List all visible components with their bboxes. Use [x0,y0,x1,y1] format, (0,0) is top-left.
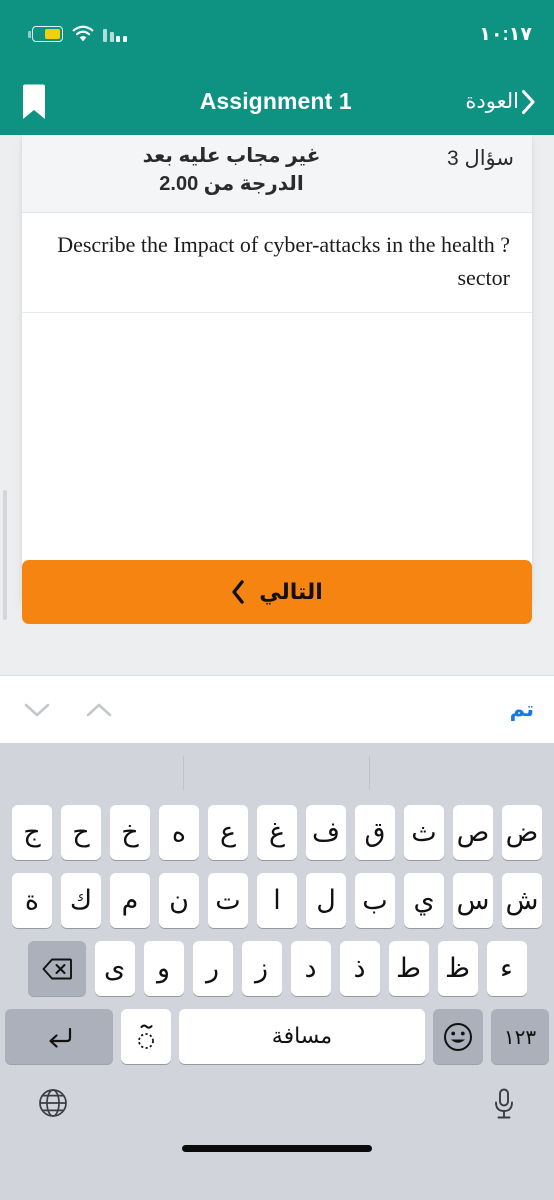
chevron-up-icon [86,703,112,716]
navigation-bar: العودة Assignment 1 [0,68,554,135]
arabic-keyboard: ضصثقفغعهخحج شسيبلاتنمكة ءظطذدزروى ١٢٣ مس… [0,743,554,1200]
key-ي[interactable]: ي [404,873,444,928]
keyboard-row-3: ءظطذدزروى [0,941,554,996]
keyboard-bottom-bar [0,1074,554,1164]
signal-bars-icon [103,27,127,42]
microphone-icon[interactable] [492,1088,516,1120]
key-ص[interactable]: ص [453,805,493,860]
question-card: سؤال 3 غير مجاب عليه بعد الدرجة من 2.00 … [22,135,532,604]
globe-icon[interactable] [38,1088,68,1118]
key-ك[interactable]: ك [61,873,101,928]
key-ظ[interactable]: ظ [437,941,478,996]
key-ش[interactable]: ش [502,873,542,928]
predictive-divider [369,756,370,790]
next-button-container: التالي [0,560,554,624]
question-body: Describe the Impact of cyber-attacks in … [22,213,532,314]
backspace-icon [42,958,72,979]
bookmark-icon [23,84,45,119]
key-و[interactable]: و [143,941,184,996]
chevron-down-icon [24,703,50,716]
previous-field-button[interactable] [20,693,54,727]
key-ف[interactable]: ف [306,805,346,860]
diacritic-key[interactable] [121,1009,171,1064]
question-meta: غير مجاب عليه بعد الدرجة من 2.00 [40,141,447,198]
backspace-key[interactable] [27,941,86,996]
keyboard-row-4: ١٢٣ مسافة [0,1009,554,1064]
page-title: Assignment 1 [199,88,352,114]
key-ض[interactable]: ض [502,805,542,860]
wifi-icon [72,25,94,41]
phone-screen: ١٠:١٧ العودة Assignment 1 سؤال 3 غير مجا… [0,0,554,1200]
key-ا[interactable]: ا [257,873,297,928]
keyboard-row-2: شسيبلاتنمكة [0,873,554,928]
bookmark-button[interactable] [0,77,70,127]
question-text: Describe the Impact of cyber-attacks in … [57,232,510,290]
return-key-icon [49,1027,72,1048]
key-ز[interactable]: ز [241,941,282,996]
key-ج[interactable]: ج [12,805,52,860]
key-ة[interactable]: ة [12,873,52,928]
diacritic-key-icon [138,1023,154,1049]
key-ه[interactable]: ه [159,805,199,860]
key-ث[interactable]: ث [404,805,444,860]
status-bar-time: ١٠:١٧ [479,23,532,45]
question-status: غير مجاب عليه بعد [142,145,321,167]
next-button[interactable]: التالي [22,560,532,624]
keyboard-row-1: ضصثقفغعهخحج [0,805,554,860]
key-ر[interactable]: ر [192,941,233,996]
key-غ[interactable]: غ [257,805,297,860]
predictive-divider [183,756,184,790]
status-bar: ١٠:١٧ [0,0,554,68]
key-د[interactable]: د [290,941,331,996]
keyboard-done-button[interactable]: تم [510,697,534,722]
key-ت[interactable]: ت [208,873,248,928]
space-key[interactable]: مسافة [179,1009,425,1064]
key-ء[interactable]: ء [486,941,527,996]
predictive-text-bar[interactable] [0,743,554,805]
numbers-key[interactable]: ١٢٣ [491,1009,549,1064]
key-س[interactable]: س [453,873,493,928]
key-م[interactable]: م [110,873,150,928]
keyboard-accessory-bar: تم [0,675,554,743]
key-ق[interactable]: ق [355,805,395,860]
key-ع[interactable]: ع [208,805,248,860]
home-indicator [182,1145,372,1152]
key-ى[interactable]: ى [94,941,135,996]
chevron-left-icon [232,580,244,604]
key-ل[interactable]: ل [306,873,346,928]
question-header: سؤال 3 غير مجاب عليه بعد الدرجة من 2.00 [22,135,532,213]
keyboard-field-navigation [20,693,116,727]
next-field-button[interactable] [82,693,116,727]
status-bar-icons [22,25,127,43]
key-ح[interactable]: ح [61,805,101,860]
next-button-label: التالي [259,579,323,604]
emoji-smiley-icon [444,1022,472,1051]
return-key[interactable] [5,1009,113,1064]
key-خ[interactable]: خ [110,805,150,860]
key-ط[interactable]: ط [388,941,429,996]
key-ذ[interactable]: ذ [339,941,380,996]
question-number: سؤال 3 [446,147,514,170]
key-ب[interactable]: ب [355,873,395,928]
chevron-right-icon [521,89,535,114]
key-ن[interactable]: ن [159,873,199,928]
emoji-key[interactable] [433,1009,483,1064]
battery-icon [28,26,63,42]
question-grade: الدرجة من 2.00 [159,173,304,195]
